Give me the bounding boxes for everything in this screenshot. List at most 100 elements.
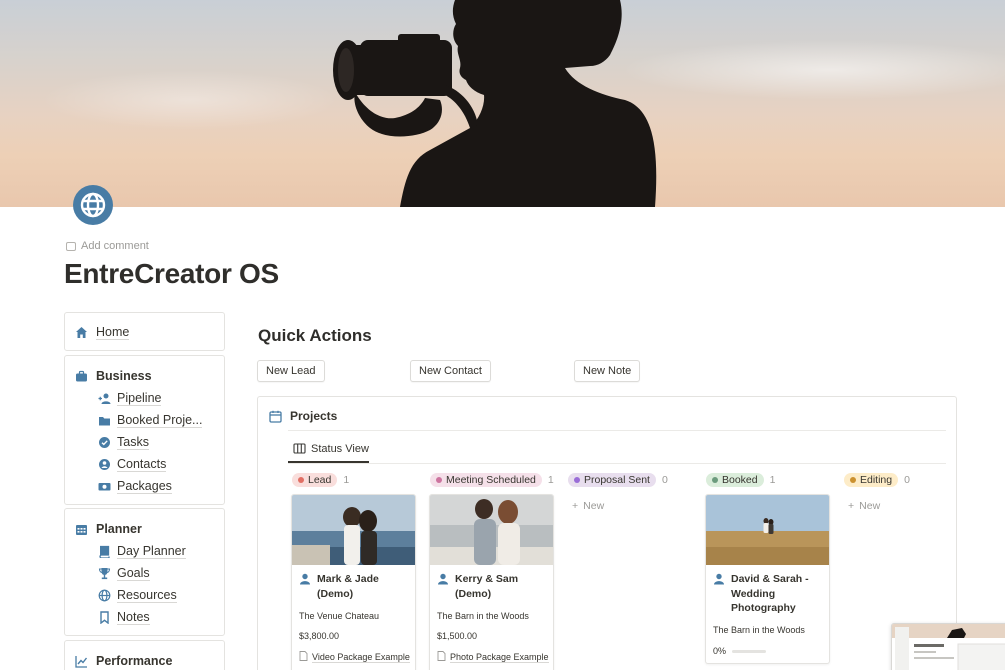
column-header-lead[interactable]: Lead 1: [292, 473, 349, 487]
sidebar-item-label: Notes: [117, 609, 150, 625]
sidebar-item-goals[interactable]: Goals: [65, 562, 224, 584]
column-header-editing[interactable]: Editing 0: [844, 473, 910, 487]
sidebar-section-performance[interactable]: Performance: [65, 650, 224, 670]
status-badge: Booked: [706, 473, 764, 487]
sidebar-planner-card: Planner Day Planner Goals Resources Note…: [64, 508, 225, 636]
card-title-text: Kerry & Sam (Demo): [455, 573, 519, 600]
tab-status-view[interactable]: Status View: [293, 442, 369, 455]
plus-icon: +: [572, 500, 579, 512]
card-title-text: David & Sarah - Wedding Photography: [731, 573, 809, 614]
calendar-icon: [75, 523, 88, 536]
status-dot: [436, 477, 442, 483]
column-count: 1: [769, 474, 776, 486]
card-price: $3,800.00: [299, 631, 340, 641]
projects-title: Projects: [290, 409, 338, 423]
document-icon: [437, 651, 446, 663]
status-badge: Lead: [292, 473, 338, 487]
project-card[interactable]: Mark & Jade (Demo) The Venue Chateau $3,…: [291, 494, 416, 670]
add-comment-label: Add comment: [81, 240, 149, 252]
card-title: Mark & Jade (Demo): [299, 572, 411, 601]
book-icon: [98, 545, 111, 558]
photographer-silhouette: [333, 0, 657, 207]
card-title: David & Sarah - Wedding Photography: [713, 572, 825, 616]
status-dot: [850, 477, 856, 483]
chart-icon: [75, 655, 88, 668]
new-note-button[interactable]: New Note: [574, 360, 641, 382]
add-comment-button[interactable]: Add comment: [66, 240, 149, 252]
sidebar-section-label: Business: [96, 369, 152, 383]
card-price: $1,500.00: [437, 631, 478, 641]
status-badge: Proposal Sent: [568, 473, 656, 487]
sidebar-section-label: Planner: [96, 522, 142, 536]
new-label: New: [859, 500, 881, 512]
sidebar-item-contacts[interactable]: Contacts: [65, 453, 224, 475]
status-label: Lead: [308, 474, 332, 486]
card-title-text: Mark & Jade (Demo): [317, 573, 379, 600]
new-card-button[interactable]: + New: [848, 500, 880, 512]
new-card-button[interactable]: + New: [572, 500, 604, 512]
globe-icon: [98, 589, 111, 602]
progress-bar: [732, 649, 767, 653]
bookmark-icon: [98, 610, 111, 624]
sidebar-item-pipeline[interactable]: Pipeline: [65, 387, 224, 409]
card-package-link[interactable]: Video Package Example: [299, 651, 410, 663]
sidebar-item-day-planner[interactable]: Day Planner: [65, 540, 224, 562]
board-view-icon: [293, 442, 306, 455]
person-icon: [437, 573, 449, 585]
plus-icon: +: [848, 500, 855, 512]
sidebar-item-notes[interactable]: Notes: [65, 606, 224, 628]
sidebar-home-card: Home: [64, 312, 225, 351]
column-header-booked[interactable]: Booked 1: [706, 473, 775, 487]
project-card[interactable]: David & Sarah - Wedding Photography The …: [705, 494, 830, 664]
sidebar-section-planner[interactable]: Planner: [65, 518, 224, 540]
sidebar-item-home[interactable]: Home: [65, 321, 224, 343]
person-icon: [299, 573, 311, 585]
trophy-icon: [98, 567, 111, 580]
new-contact-button[interactable]: New Contact: [410, 360, 491, 382]
column-header-proposal-sent[interactable]: Proposal Sent 0: [568, 473, 668, 487]
status-dot: [298, 477, 304, 483]
sidebar-item-packages[interactable]: Packages: [65, 475, 224, 497]
divider: [288, 430, 946, 431]
new-lead-button[interactable]: New Lead: [257, 360, 325, 382]
sidebar-item-tasks[interactable]: Tasks: [65, 431, 224, 453]
document-icon: [299, 651, 308, 663]
column-header-meeting-scheduled[interactable]: Meeting Scheduled 1: [430, 473, 554, 487]
card-venue: The Venue Chateau: [299, 611, 380, 621]
status-label: Proposal Sent: [584, 474, 650, 486]
briefcase-icon: [75, 370, 88, 383]
sidebar-item-label: Goals: [117, 565, 150, 581]
page-preview-thumbnail[interactable]: [891, 623, 1005, 670]
card-cover-image: [706, 495, 829, 565]
add-person-icon: [98, 392, 111, 405]
column-count: 1: [343, 474, 350, 486]
column-count: 0: [661, 474, 668, 486]
sidebar-item-label: Packages: [117, 478, 172, 494]
money-icon: [98, 480, 111, 493]
card-venue: The Barn in the Woods: [437, 611, 529, 621]
card-package-text: Photo Package Example: [450, 651, 549, 663]
sidebar-section-label: Performance: [96, 654, 173, 668]
projects-database: Projects Status View Lead 1 Meeting Sche…: [257, 396, 957, 670]
status-label: Meeting Scheduled: [446, 474, 536, 486]
sidebar-item-booked-projects[interactable]: Booked Proje...: [65, 409, 224, 431]
card-package-text: Video Package Example: [312, 651, 410, 663]
project-card[interactable]: Kerry & Sam (Demo) The Barn in the Woods…: [429, 494, 554, 670]
sidebar-item-resources[interactable]: Resources: [65, 584, 224, 606]
globe-icon[interactable]: [72, 184, 114, 226]
card-package-link[interactable]: Photo Package Example: [437, 651, 549, 663]
page-title: EntreCreator OS: [64, 258, 279, 289]
projects-header[interactable]: Projects: [269, 409, 337, 423]
column-count: 1: [547, 474, 554, 486]
status-label: Booked: [722, 474, 758, 486]
sidebar-business-card: Business Pipeline Booked Proje... Tasks …: [64, 355, 225, 505]
status-badge: Meeting Scheduled: [430, 473, 542, 487]
sidebar-performance-card: Performance: [64, 640, 225, 670]
column-count: 0: [904, 474, 910, 486]
sidebar-item-label: Day Planner: [117, 543, 186, 559]
divider: [288, 463, 946, 464]
progress-value: 0%: [713, 646, 727, 656]
person-icon: [713, 573, 725, 585]
comment-icon: [66, 241, 76, 251]
sidebar-section-business[interactable]: Business: [65, 365, 224, 387]
